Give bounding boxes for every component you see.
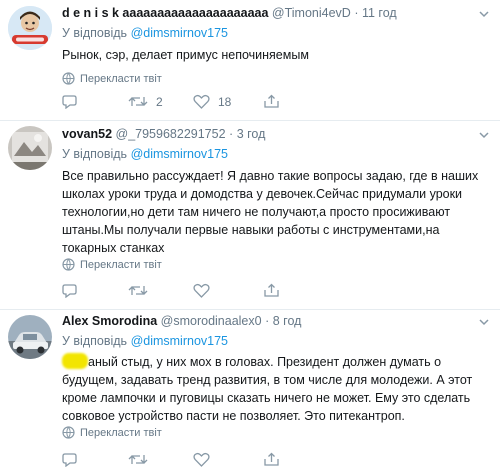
reply-button[interactable] (62, 94, 86, 109)
chevron-down-icon[interactable] (478, 129, 490, 141)
avatar[interactable] (8, 315, 52, 359)
share-icon (264, 283, 279, 297)
translate-label[interactable]: Перекласти твіт (80, 73, 162, 85)
user-handle[interactable]: @_7959682291752 (116, 127, 226, 141)
tweet-text-body: аный стыд, у них мох в головах. Президен… (62, 355, 473, 423)
reply-icon (62, 453, 77, 467)
retweet-button[interactable] (128, 283, 156, 298)
retweet-icon (128, 455, 148, 464)
tweet-text: Все правильно рассуждает! Я давно такие … (62, 169, 479, 255)
share-button[interactable] (264, 283, 279, 298)
tweet-header: Alex Smorodina @smorodinaalex0 · 8 год (62, 314, 301, 328)
tweet-header: d e n i s k aaaaaaaaaaaaaaaaaaaaa @Timon… (62, 6, 397, 20)
separator-dot: · (265, 314, 270, 328)
tweet-3[interactable]: Alex Smorodina @smorodinaalex0 · 8 год У… (0, 309, 500, 476)
heart-icon (193, 94, 210, 109)
tweet-2[interactable]: vovan52 @_7959682291752 · 3 год У відпов… (0, 120, 500, 310)
reply-prefix: У відповідь (62, 334, 128, 348)
censored-highlight (62, 353, 88, 369)
display-name[interactable]: Alex Smorodina (62, 314, 157, 328)
retweet-icon (128, 97, 148, 106)
translate-tweet[interactable]: Перекласти твіт (62, 426, 162, 439)
retweet-button[interactable] (128, 452, 156, 467)
reply-button[interactable] (62, 452, 86, 467)
reply-prefix: У відповідь (62, 26, 128, 40)
avatar[interactable] (8, 126, 52, 170)
user-handle[interactable]: @smorodinaalex0 (161, 314, 262, 328)
reply-prefix: У відповідь (62, 147, 128, 161)
reply-context: У відповідь @dimsmirnov175 (62, 147, 228, 161)
retweet-button[interactable]: 2 (128, 94, 163, 109)
separator-dot: · (354, 6, 359, 20)
globe-icon (62, 258, 75, 271)
timestamp[interactable]: 8 год (273, 314, 302, 328)
reply-context: У відповідь @dimsmirnov175 (62, 334, 228, 348)
reply-icon (62, 284, 77, 298)
translate-tweet[interactable]: Перекласти твіт (62, 72, 162, 85)
share-button[interactable] (264, 452, 279, 467)
tweet-text: Рынок, сэр, делает примус непочиняемым (62, 48, 309, 62)
like-button[interactable]: 18 (193, 94, 231, 109)
reply-to-link[interactable]: @dimsmirnov175 (131, 147, 228, 161)
translate-label[interactable]: Перекласти твіт (80, 427, 162, 439)
like-button[interactable] (193, 452, 218, 467)
display-name[interactable]: vovan52 (62, 127, 112, 141)
timestamp[interactable]: 11 год (362, 6, 397, 20)
share-icon (264, 94, 279, 108)
like-button[interactable] (193, 283, 218, 298)
reply-button[interactable] (62, 283, 86, 298)
reply-to-link[interactable]: @dimsmirnov175 (131, 334, 228, 348)
heart-icon (193, 452, 210, 467)
like-count: 18 (218, 94, 232, 109)
share-icon (264, 452, 279, 466)
share-button[interactable] (264, 94, 279, 109)
heart-icon (193, 283, 210, 298)
cartoon-avatar-icon (8, 6, 52, 50)
separator-dot: · (229, 127, 234, 141)
display-name[interactable]: d e n i s k aaaaaaaaaaaaaaaaaaaaa (62, 6, 268, 20)
tweet-header: vovan52 @_7959682291752 · 3 год (62, 127, 265, 141)
tweet-1[interactable]: d e n i s k aaaaaaaaaaaaaaaaaaaaa @Timon… (0, 0, 500, 121)
chevron-down-icon[interactable] (478, 316, 490, 328)
globe-icon (62, 72, 75, 85)
translate-label[interactable]: Перекласти твіт (80, 259, 162, 271)
globe-icon (62, 426, 75, 439)
reply-context: У відповідь @dimsmirnov175 (62, 26, 228, 40)
tweet-text: аный стыд, у них мох в головах. Президен… (62, 353, 482, 425)
retweet-count: 2 (156, 94, 163, 109)
translate-tweet[interactable]: Перекласти твіт (62, 258, 162, 271)
timestamp[interactable]: 3 год (237, 127, 266, 141)
reply-to-link[interactable]: @dimsmirnov175 (131, 26, 228, 40)
car-photo-avatar-icon (8, 315, 52, 359)
user-handle[interactable]: @Timoni4evD (272, 6, 351, 20)
retweet-icon (128, 286, 148, 295)
avatar[interactable] (8, 6, 52, 50)
reply-icon (62, 95, 77, 109)
photo-avatar-icon (8, 126, 52, 170)
chevron-down-icon[interactable] (478, 8, 490, 20)
